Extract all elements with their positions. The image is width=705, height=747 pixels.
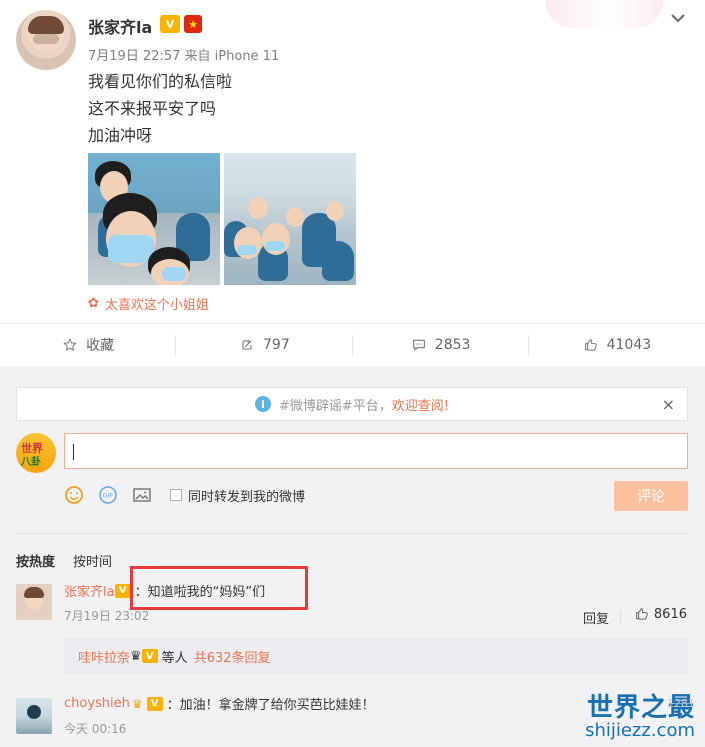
star-icon (63, 338, 77, 351)
crown-icon: ♛ (130, 648, 142, 664)
comment-avatar[interactable] (16, 698, 52, 734)
close-icon[interactable]: × (662, 395, 675, 414)
rumor-prefix: #微博辟谣#平台， (278, 398, 392, 414)
repost-button[interactable]: 797 (176, 323, 353, 367)
header-decoration (545, 0, 663, 28)
post-actions: 收藏 797 2853 41043 (0, 323, 705, 367)
comment-time: 今天 00:16 (64, 722, 127, 736)
watermark-site: shijiezz.com (585, 720, 695, 742)
comment-author[interactable]: 张家齐la (64, 581, 115, 600)
post-line-1: 我看见你们的私信啦 (88, 72, 233, 91)
vip-badge-icon: V (160, 15, 180, 33)
section-divider (16, 533, 688, 534)
vip-badge-icon: V (114, 583, 131, 598)
comment-author[interactable]: choyshieh (64, 696, 130, 711)
comment-text: ：加油！拿金牌了给你买芭比娃娃！ (166, 698, 375, 713)
photo-mask (237, 245, 257, 255)
photo-face (326, 201, 344, 221)
sub-reply-middle: 等人 (161, 650, 188, 666)
emoji-icon[interactable] (64, 485, 84, 505)
crown-icon: ♛ (131, 696, 143, 711)
post-line-2: 这不来报平安了吗 (88, 99, 217, 118)
photo-mask (162, 267, 186, 281)
post-content: 我看见你们的私信啦 这不来报平安了吗 加油冲呀 (88, 68, 232, 149)
vip-badge-icon: V (141, 649, 158, 663)
highlight-box (130, 566, 308, 610)
current-user-avatar[interactable] (16, 433, 56, 473)
reply-divider (620, 610, 621, 624)
repost-count: 797 (263, 337, 290, 353)
comment-input[interactable] (65, 434, 687, 468)
thumb-up-icon (636, 608, 648, 620)
tab-hot[interactable]: 按热度 (16, 551, 55, 570)
sub-reply-count[interactable]: 共632条回复 (194, 647, 271, 666)
repost-icon (242, 339, 252, 350)
rumor-banner: i #微博辟谣#平台， 欢迎查阅! × (16, 387, 688, 421)
tab-time[interactable]: 按时间 (73, 551, 112, 570)
favorite-label: 收藏 (86, 338, 115, 354)
info-icon: i (254, 396, 271, 412)
china-flag-icon: ★ (184, 15, 202, 33)
favorite-button[interactable]: 收藏 (0, 323, 177, 367)
comment-area: i #微博辟谣#平台， 欢迎查阅! × GIF (0, 367, 705, 747)
comment-icon (412, 339, 425, 351)
author-name[interactable]: 张家齐la (88, 14, 152, 38)
vip-badge-icon: V (146, 696, 163, 711)
rumor-link[interactable]: 欢迎查阅! (392, 395, 449, 414)
photo-mask (265, 241, 285, 251)
photo-face (248, 197, 268, 219)
repost-checkbox[interactable] (170, 489, 182, 501)
flower-icon: ✿ (88, 296, 99, 311)
sub-replies[interactable]: 哇咔拉奈 ♛ V 等人 共632条回复 (64, 637, 688, 675)
watermark-ghost: 1281 (667, 697, 695, 710)
post-photo-2[interactable] (224, 153, 356, 285)
thumb-up-icon (584, 339, 597, 351)
photo-mask (108, 235, 154, 263)
photo-seat (322, 241, 354, 281)
like-hint[interactable]: ✿ 太喜欢这个小姐姐 (88, 294, 209, 313)
like-hint-text: 太喜欢这个小姐姐 (104, 298, 209, 313)
comment-input-box[interactable] (64, 433, 688, 469)
sub-reply-user[interactable]: 哇咔拉奈 (78, 647, 130, 666)
site-watermark: 1281 世界之最 shijiezz.com (577, 689, 695, 747)
comment-button[interactable]: 2853 (353, 323, 530, 367)
chevron-down-icon[interactable] (667, 8, 689, 28)
image-icon[interactable] (132, 485, 152, 505)
comment-like-button[interactable]: 8616 (634, 606, 687, 622)
post-line-3: 加油冲呀 (88, 126, 153, 145)
comment-avatar[interactable] (16, 584, 52, 620)
like-count: 41043 (606, 337, 652, 353)
post-photo-1[interactable] (88, 153, 220, 285)
repost-checkbox-label: 同时转发到我的微博 (188, 489, 306, 505)
comment-toolbar: GIF 同时转发到我的微博 评论 (64, 479, 688, 511)
submit-comment-button[interactable]: 评论 (614, 481, 688, 511)
author-avatar[interactable] (16, 10, 76, 70)
comment-like-count: 8616 (653, 606, 687, 622)
gif-icon[interactable]: GIF (98, 485, 118, 505)
comment-count: 2853 (434, 337, 471, 353)
comment-2-head: choyshieh ♛ V ：加油！拿金牌了给你买芭比娃娃！ (64, 694, 375, 713)
weibo-post: 张家齐la V ★ 7月19日 22:57 来自 iPhone 11 我看见你们… (0, 0, 705, 322)
svg-text:GIF: GIF (103, 492, 114, 500)
like-button[interactable]: 41043 (529, 323, 705, 367)
reply-button[interactable]: 回复 (583, 608, 609, 627)
photo-face (286, 207, 304, 227)
sort-tabs: 按热度 按时间 (16, 551, 112, 570)
post-meta: 7月19日 22:57 来自 iPhone 11 (88, 49, 280, 64)
